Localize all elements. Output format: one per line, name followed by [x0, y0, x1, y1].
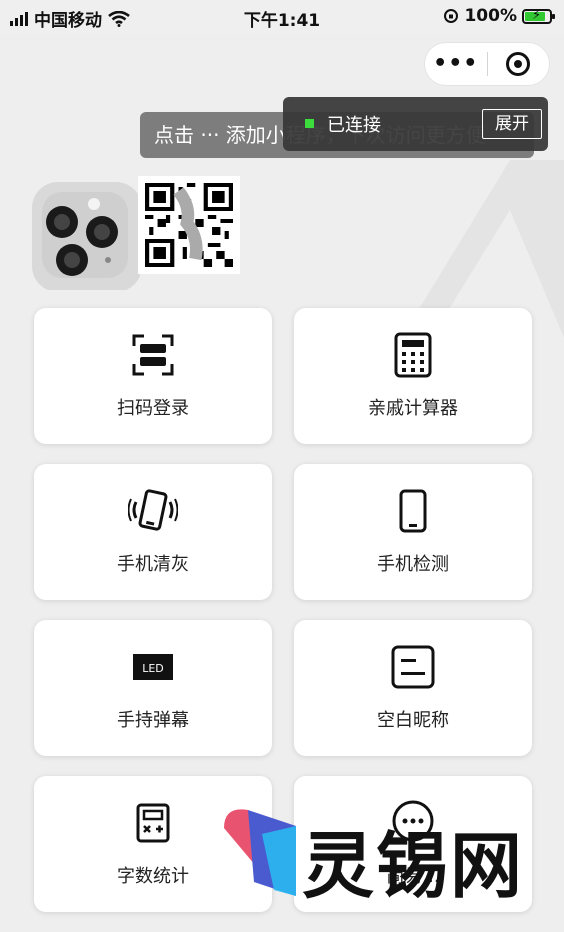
qr-code-icon — [145, 183, 233, 267]
tool-card-led-barrage[interactable]: LED 手持弹幕 — [34, 620, 272, 756]
tool-label: 手机检测 — [377, 554, 449, 575]
tool-card-phone-clean[interactable]: 手机清灰 — [34, 464, 272, 600]
battery-percent: 100% — [464, 6, 517, 26]
rotation-lock-icon — [444, 9, 459, 23]
phone-camera-illustration — [32, 182, 140, 290]
more-dots-icon[interactable]: ••• — [425, 42, 487, 86]
status-bar: 中国移动 下午1:41 100% ⚡ — [0, 0, 564, 34]
watermark-text: 灵锡网 — [302, 824, 525, 908]
tool-label: 手机清灰 — [117, 554, 189, 575]
tool-card-relative-calculator[interactable]: 亲戚计算器 — [294, 308, 532, 444]
status-right: 100% ⚡ — [443, 6, 555, 26]
tool-card-blank-nickname[interactable]: 空白昵称 — [294, 620, 532, 756]
phone-icon — [399, 489, 427, 533]
vibrate-phone-icon — [128, 489, 178, 531]
tool-label: 扫码登录 — [117, 398, 189, 419]
miniprogram-capsule: ••• — [424, 42, 550, 86]
battery-icon: ⚡ — [522, 8, 555, 24]
led-icon: LED — [133, 654, 173, 680]
word-count-icon — [136, 803, 170, 843]
tool-card-scan-login[interactable]: 扫码登录 — [34, 308, 272, 444]
tool-label: 手持弹幕 — [117, 710, 189, 731]
calculator-icon — [394, 332, 432, 378]
led-text: LED — [142, 662, 164, 675]
close-miniprogram-button[interactable] — [487, 52, 549, 76]
expand-button[interactable]: 展开 — [482, 109, 542, 139]
tool-label: 空白昵称 — [377, 710, 449, 731]
blank-name-icon — [391, 645, 435, 689]
tool-card-phone-check[interactable]: 手机检测 — [294, 464, 532, 600]
qr-code[interactable] — [138, 176, 240, 274]
connected-indicator-icon — [305, 119, 314, 128]
tool-label: 亲戚计算器 — [368, 398, 458, 419]
connection-status-popup: 已连接 展开 — [283, 97, 548, 151]
scan-icon — [132, 334, 174, 376]
connection-status-label: 已连接 — [327, 115, 381, 136]
target-icon — [506, 52, 531, 76]
